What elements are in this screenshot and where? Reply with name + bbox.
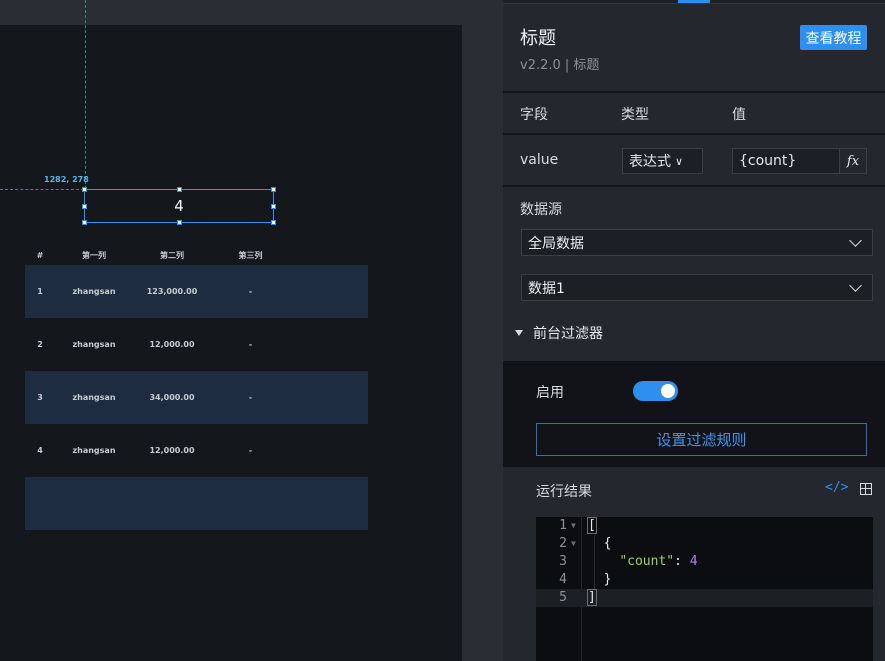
canvas-area: 1282, 278 4 # 第一列 第二列 第三列 1 zhangsan 123… [0, 0, 503, 661]
table-cell: 12,000.00 [149, 446, 195, 455]
line-number: 5 [559, 590, 567, 605]
run-result-section: 运行结果 </> 1 ▼ [ 2 ▼ { 3 "count": 4 4} 5 … [503, 467, 885, 661]
table-header-cell: 第二列 [160, 250, 184, 260]
alignment-guide-vertical [85, 0, 86, 189]
table-header-cell: 第一列 [82, 250, 106, 260]
dataset-select[interactable]: 数据1 [521, 274, 873, 301]
field-row-value: value 表达式 ∨ fx [503, 135, 885, 185]
table-view-icon[interactable] [860, 483, 872, 495]
code-view-icon[interactable]: </> [825, 480, 848, 495]
component-title: 标题 [520, 28, 556, 49]
code-token: : [674, 554, 690, 569]
resize-handle-e[interactable] [271, 204, 276, 209]
code-token: [ [587, 517, 597, 534]
resize-handle-n[interactable] [177, 187, 182, 192]
code-number: 4 [689, 554, 698, 569]
table-cell: 2 [37, 340, 43, 349]
datasource-scope-select[interactable]: 全局数据 [521, 229, 873, 256]
code-token: ] [587, 589, 597, 606]
table-row[interactable]: 3 zhangsan 34,000.00 - [25, 371, 368, 424]
table-header-cell: # [36, 250, 44, 260]
resize-handle-se[interactable] [271, 220, 276, 225]
table-row-empty [25, 477, 368, 530]
type-column-header: 类型 [621, 107, 649, 123]
expression-input[interactable] [732, 148, 840, 174]
selected-title-component[interactable]: 4 [82, 187, 276, 225]
fold-arrow-icon[interactable]: ▼ [571, 535, 576, 553]
line-number: 4 [559, 572, 567, 587]
table-row[interactable]: 4 zhangsan 12,000.00 - [25, 424, 368, 477]
line-number: 2 [559, 536, 567, 551]
result-code-editor[interactable]: 1 ▼ [ 2 ▼ { 3 "count": 4 4 } 5 ] [536, 517, 873, 661]
filter-settings: 启用 设置过滤规则 [503, 361, 885, 467]
set-filter-rules-button[interactable]: 设置过滤规则 [536, 423, 867, 456]
resize-handle-ne[interactable] [271, 187, 276, 192]
code-line: 2 ▼ { [536, 535, 873, 553]
code-line: 1 ▼ [ [536, 517, 873, 535]
resize-handle-w[interactable] [82, 204, 87, 209]
field-type-select[interactable]: 表达式 ∨ [622, 148, 703, 174]
table-cell: zhangsan [72, 393, 116, 402]
table-cell: - [248, 340, 253, 349]
field-name: value [520, 152, 559, 168]
title-component-value: 4 [174, 197, 184, 215]
resize-handle-nw[interactable] [82, 187, 87, 192]
toggle-knob [661, 384, 675, 398]
chevron-down-icon [849, 279, 862, 292]
table-cell: 1 [37, 287, 43, 296]
table-header-cell: 第三列 [238, 250, 263, 260]
table-cell: - [248, 446, 253, 455]
resize-handle-s[interactable] [177, 220, 182, 225]
run-result-label: 运行结果 [536, 484, 592, 500]
code-line-active: 5 ] [536, 589, 873, 607]
code-line: 3 "count": 4 [536, 553, 873, 571]
value-column-header: 值 [732, 107, 746, 123]
code-key: "count" [619, 554, 675, 569]
chevron-down-icon [849, 234, 862, 247]
line-number: 1 [559, 518, 567, 533]
datasource-scope-value: 全局数据 [528, 235, 584, 252]
fx-function-icon[interactable]: fx [839, 148, 867, 174]
dataset-value: 数据1 [528, 280, 565, 297]
table-cell: 4 [37, 446, 43, 455]
resize-handle-sw[interactable] [82, 220, 87, 225]
table-cell: zhangsan [72, 340, 116, 349]
component-version: v2.2.0 | 标题 [520, 58, 600, 73]
code-token: } [603, 572, 612, 587]
frontend-filter-title: 前台过滤器 [533, 326, 603, 342]
datasource-section: 数据源 全局数据 数据1 前台过滤器 [503, 187, 885, 361]
table-row[interactable]: 2 zhangsan 12,000.00 - [25, 318, 368, 371]
frontend-filter-toggle[interactable]: 前台过滤器 [515, 323, 603, 343]
table-cell: zhangsan [72, 446, 116, 455]
enable-label: 启用 [536, 385, 564, 401]
field-column-header: 字段 [520, 107, 548, 123]
code-token: { [603, 536, 612, 551]
enable-filter-toggle[interactable] [633, 381, 678, 401]
table-cell: 123,000.00 [146, 287, 198, 296]
table-cell: - [248, 393, 253, 402]
position-readout: 1282, 278 [44, 175, 89, 184]
table-cell: 3 [37, 393, 43, 402]
fold-arrow-icon[interactable]: ▼ [571, 517, 576, 535]
alignment-guide-horizontal [0, 189, 84, 190]
chevron-down-icon: ∨ [675, 154, 684, 168]
field-type-value: 表达式 [629, 154, 671, 170]
table-cell: 12,000.00 [149, 340, 195, 349]
table-header-row: # 第一列 第二列 第三列 [25, 245, 368, 265]
code-line: 4 } [536, 571, 873, 589]
line-number: 3 [559, 554, 567, 569]
table-row[interactable]: 1 zhangsan 123,000.00 - [25, 265, 368, 318]
field-table-header: 字段 类型 值 [503, 93, 885, 133]
properties-panel: 标题 v2.2.0 | 标题 查看教程 字段 类型 值 value 表达式 ∨ … [503, 0, 885, 661]
table-cell: - [248, 287, 253, 296]
datasource-label: 数据源 [520, 202, 562, 218]
component-header: 标题 v2.2.0 | 标题 查看教程 [503, 4, 885, 91]
table-cell: zhangsan [72, 287, 116, 296]
view-tutorial-button[interactable]: 查看教程 [800, 25, 867, 50]
caret-down-icon [515, 330, 523, 336]
data-table[interactable]: # 第一列 第二列 第三列 1 zhangsan 123,000.00 - 2 … [25, 245, 368, 530]
table-cell: 34,000.00 [149, 393, 195, 402]
